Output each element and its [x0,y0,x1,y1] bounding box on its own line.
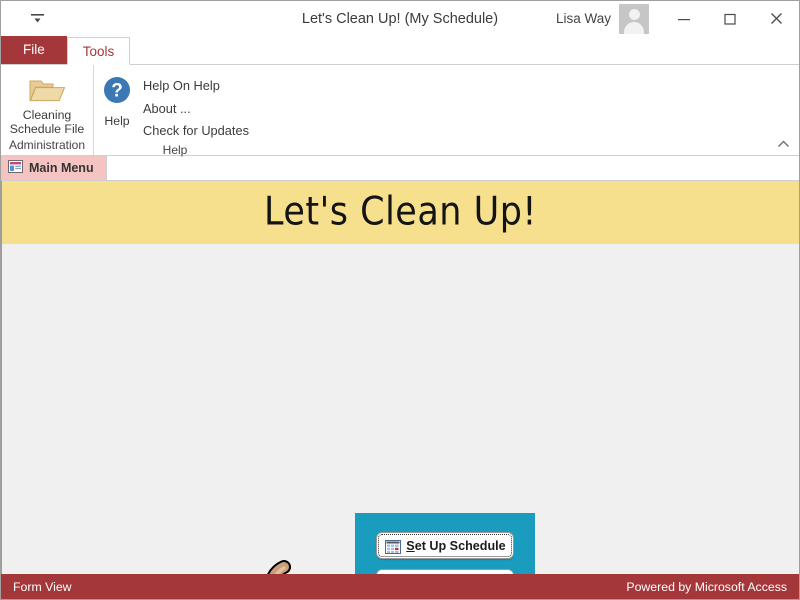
ribbon-group-label-help: Help [162,142,188,157]
title-bar-right-cluster: Lisa Way [556,1,799,36]
ribbon-group-help: ? Help Help On Help About ... Check for … [93,65,256,157]
ribbon-tab-file[interactable]: File [1,36,67,64]
status-bar-view-label: Form View [13,579,72,594]
form-view-icon [8,160,23,176]
document-tab-strip: Main Menu [1,156,799,181]
animated-broom-character [198,549,348,574]
ribbon-help-button-label: Help [104,114,130,128]
status-bar-powered-by-label: Powered by Microsoft Access [626,579,787,594]
chevron-up-icon[interactable] [773,135,793,153]
ribbon-help-button[interactable]: ? Help [94,71,140,128]
open-folder-icon [27,73,67,107]
customize-quick-access-toolbar-icon[interactable] [15,6,59,32]
close-button[interactable] [753,1,799,36]
main-menu-panel: Set Up Schedule Ready To Clean [355,513,535,574]
tab-main-menu-label: Main Menu [29,161,94,175]
button-set-up-schedule[interactable]: Set Up Schedule [376,532,514,559]
ribbon-group-label-administration: Administration [8,138,86,152]
status-bar: Form View Powered by Microsoft Access [1,574,799,599]
minimize-button[interactable] [661,1,707,36]
title-bar: Let's Clean Up! (My Schedule) Lisa Way [1,1,799,36]
page-title: Let's Clean Up! [264,189,537,235]
user-avatar-icon[interactable] [619,3,649,34]
ribbon: Cleaning Schedule File Administration ? [1,64,799,157]
help-menu-list: Help On Help About ... Check for Updates [140,71,249,143]
tab-main-menu[interactable]: Main Menu [1,156,107,180]
cleaning-schedule-file-button[interactable]: Cleaning Schedule File [4,67,90,136]
signed-in-user-name[interactable]: Lisa Way [556,11,611,26]
calendar-icon [384,537,401,554]
svg-text:?: ? [111,81,123,102]
ribbon-tab-strip: File Tools [1,36,799,65]
menu-item-about[interactable]: About ... [140,98,249,121]
button-ready-to-clean[interactable]: Ready To Clean [376,569,514,574]
button-set-up-schedule-label: Set Up Schedule [406,538,506,553]
menu-item-help-on-help[interactable]: Help On Help [140,75,249,98]
form-container: Let's Clean Up! Set Up Schedule [1,181,799,574]
ribbon-tab-tools[interactable]: Tools [66,37,131,65]
ribbon-group-administration: Cleaning Schedule File Administration [1,65,93,155]
maximize-button[interactable] [707,1,753,36]
cleaning-schedule-file-label: Cleaning Schedule File [9,108,85,136]
form-body: Set Up Schedule Ready To Clean [2,244,799,574]
form-banner: Let's Clean Up! [2,181,799,244]
help-circle-icon: ? [102,75,132,110]
access-application-window: Let's Clean Up! (My Schedule) Lisa Way F… [0,0,800,600]
menu-item-check-for-updates[interactable]: Check for Updates [140,120,249,143]
